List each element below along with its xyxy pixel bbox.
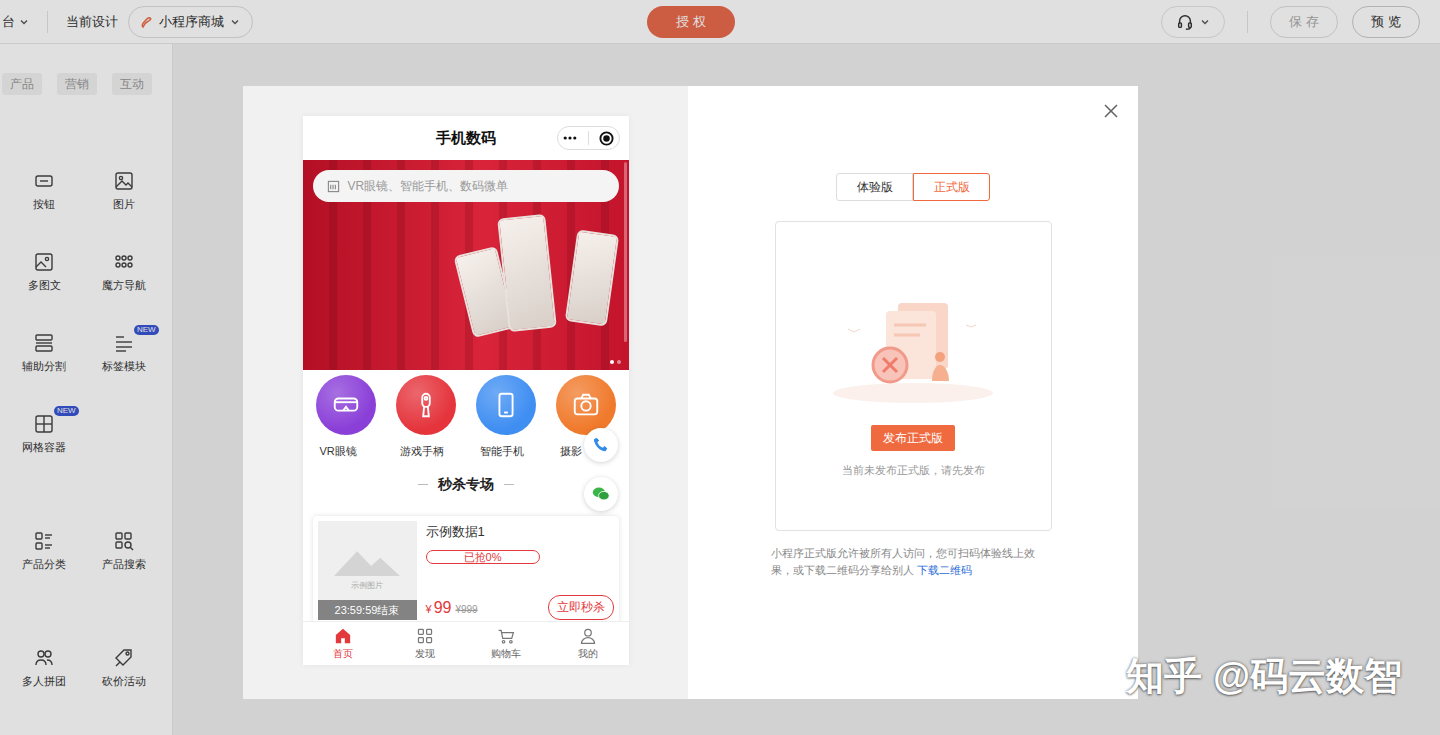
tab-bar: 首页 发现 购物车 我的: [303, 621, 629, 665]
banner-dot[interactable]: [610, 360, 614, 364]
discover-icon: [416, 627, 434, 645]
watermark: 知乎 @码云数智: [1126, 653, 1402, 699]
home-icon: [334, 627, 352, 645]
banner-image: VR眼镜、智能手机、数码微单: [303, 160, 629, 370]
tab-item[interactable]: 购物车: [466, 622, 548, 665]
buy-now-button[interactable]: 立即秒杀: [548, 595, 614, 620]
cart-icon: [497, 627, 515, 645]
publish-box: 发布正式版 当前未发布正式版，请先发布: [775, 221, 1052, 531]
phone-content: VR眼镜、智能手机、数码微单 VR眼镜 游戏手柄 智能手机 摄影 秒杀专场 示例…: [303, 160, 629, 621]
sold-progress: 已抢0%: [426, 550, 540, 564]
preview-pane: 手机数码 VR眼镜、智能手机、数码微单 VR眼镜 游戏手柄 智能手机 摄影 秒杀…: [243, 86, 688, 699]
vr-glasses-icon: [331, 390, 361, 420]
more-icon: [562, 134, 578, 142]
publish-note: 小程序正式版允许被所有人访问，您可扫码体验线上效果，或下载二维码分享给别人 下载…: [771, 545, 1056, 579]
wechat-button[interactable]: [584, 477, 618, 511]
category-nav: VR眼镜 游戏手柄 智能手机 摄影: [303, 370, 629, 458]
search-bar[interactable]: VR眼镜、智能手机、数码微单: [313, 170, 619, 202]
publish-button[interactable]: 发布正式版: [871, 425, 955, 451]
publish-dialog: 手机数码 VR眼镜、智能手机、数码微单 VR眼镜 游戏手柄 智能手机 摄影 秒杀…: [243, 86, 1138, 699]
version-tab[interactable]: 体验版: [836, 173, 913, 201]
capsule-menu[interactable]: [557, 126, 620, 150]
phone-icon: [592, 436, 610, 454]
banner-dots: [610, 360, 621, 364]
countdown: 23:59:59结束: [318, 600, 417, 620]
camera-icon: [571, 390, 601, 420]
phone-header: 手机数码: [303, 116, 629, 160]
version-tabs: 体验版正式版: [836, 173, 990, 201]
banner-dot[interactable]: [617, 360, 621, 364]
category-item[interactable]: VR眼镜: [306, 375, 386, 458]
game-controller-icon: [411, 390, 441, 420]
download-qr-link[interactable]: 下载二维码: [917, 564, 972, 576]
phone-preview: 手机数码 VR眼镜、智能手机、数码微单 VR眼镜 游戏手柄 智能手机 摄影 秒杀…: [303, 116, 629, 665]
smartphone-icon: [491, 390, 521, 420]
wechat-icon: [592, 485, 610, 503]
scrollbar[interactable]: [624, 162, 627, 342]
section-title: 秒杀专场: [303, 458, 629, 516]
close-button[interactable]: [1103, 102, 1121, 120]
call-button[interactable]: [584, 428, 618, 462]
price: ¥99¥999: [426, 598, 478, 620]
close-icon: [1103, 103, 1119, 119]
version-tab[interactable]: 正式版: [913, 173, 990, 201]
flash-sale-card[interactable]: 示例图片 23:59:59结束 示例数据1 已抢0% ¥99¥999 立即秒杀: [313, 516, 619, 621]
tab-item[interactable]: 发现: [384, 622, 466, 665]
category-item[interactable]: 智能手机: [466, 375, 546, 458]
image-placeholder-icon: [334, 543, 400, 576]
publish-pane: 体验版正式版 发布正式版 当前未发布正式版，请先发布 小程序正式版允许被所有人访…: [688, 86, 1138, 699]
user-icon: [579, 627, 597, 645]
not-published-illustration-icon: [828, 284, 998, 414]
scan-icon: [327, 180, 340, 193]
tab-item[interactable]: 我的: [547, 622, 629, 665]
product-image: 示例图片 23:59:59结束: [318, 521, 417, 620]
close-target-icon: [599, 131, 614, 146]
category-item[interactable]: 游戏手柄: [386, 375, 466, 458]
app: 台 当前设计 小程序商城 授 权 保 存 预 览 产品营销互动 按钮 图片 多图…: [0, 0, 1440, 735]
tab-item[interactable]: 首页: [303, 622, 385, 665]
